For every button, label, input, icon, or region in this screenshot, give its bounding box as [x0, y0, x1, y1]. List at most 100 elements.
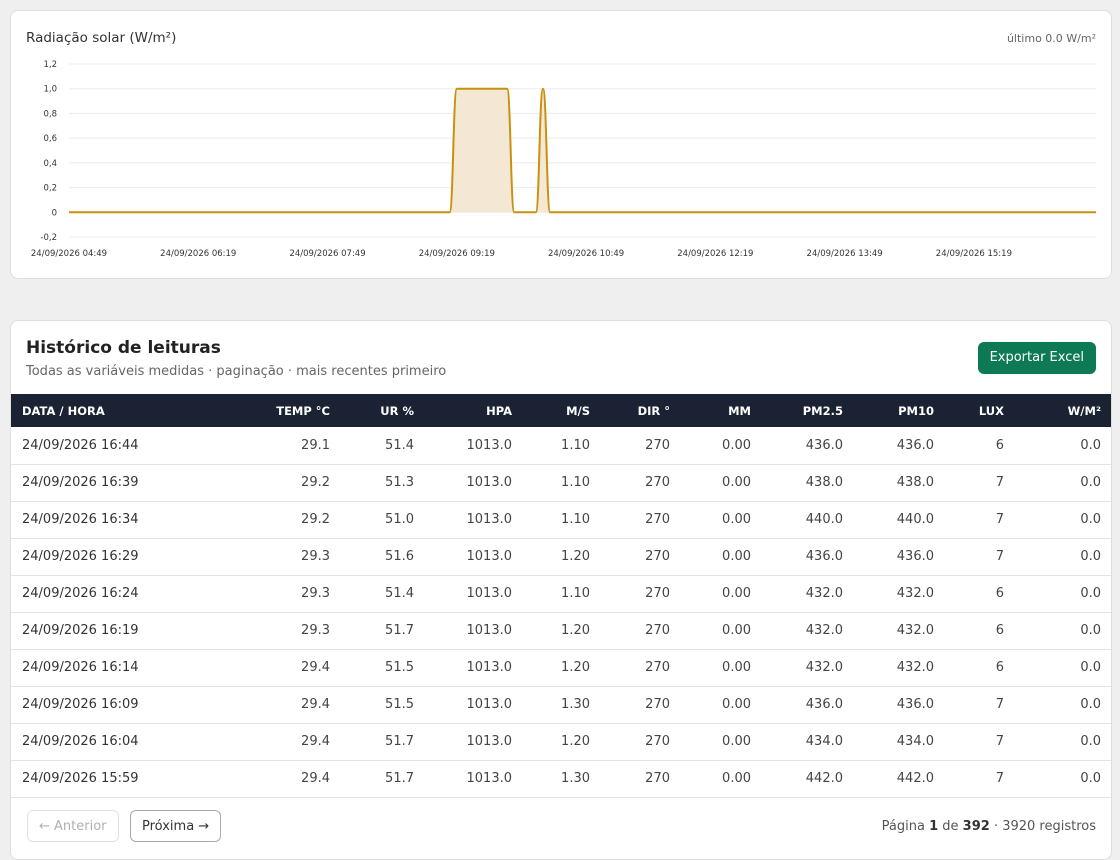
table-cell: 436.0 [763, 538, 855, 575]
table-cell: 1013.0 [426, 760, 524, 797]
y-tick-label: 0,8 [43, 109, 57, 119]
table-cell: 1013.0 [426, 538, 524, 575]
table-cell: 24/09/2026 16:19 [11, 612, 227, 649]
table-cell: 432.0 [855, 575, 946, 612]
table-cell: 438.0 [855, 464, 946, 501]
of-word: de [942, 819, 958, 834]
table-cell: 29.3 [227, 538, 342, 575]
x-tick-label: 24/09/2026 07:49 [289, 249, 365, 259]
table-cell: 1.20 [524, 538, 602, 575]
table-cell: 0.0 [1016, 427, 1112, 464]
table-cell: 7 [946, 538, 1016, 575]
table-cell: 440.0 [763, 501, 855, 538]
y-tick-label: 1,2 [43, 60, 57, 70]
table-row: 24/09/2026 16:2429.351.41013.01.102700.0… [11, 575, 1112, 612]
table-row: 24/09/2026 16:3929.251.31013.01.102700.0… [11, 464, 1112, 501]
current-page: 1 [929, 819, 938, 834]
table-cell: 51.3 [342, 464, 426, 501]
table-cell: 1.30 [524, 760, 602, 797]
column-header: PM2.5 [763, 394, 855, 427]
table-cell: 51.7 [342, 760, 426, 797]
table-cell: 51.0 [342, 501, 426, 538]
column-header: HPA [426, 394, 524, 427]
table-cell: 6 [946, 427, 1016, 464]
x-tick-label: 24/09/2026 06:19 [160, 249, 236, 259]
table-cell: 0.0 [1016, 760, 1112, 797]
table-cell: 270 [602, 760, 682, 797]
table-cell: 1.10 [524, 427, 602, 464]
table-cell: 1.10 [524, 501, 602, 538]
table-cell: 434.0 [855, 723, 946, 760]
table-cell: 6 [946, 649, 1016, 686]
table-cell: 29.1 [227, 427, 342, 464]
table-cell: 1.10 [524, 464, 602, 501]
history-card: Histórico de leituras Todas as variáveis… [10, 320, 1112, 860]
table-cell: 270 [602, 575, 682, 612]
table-cell: 432.0 [855, 612, 946, 649]
table-header: DATA / HORATEMP °CUR %HPAM/SDIR °MMPM2.5… [11, 394, 1112, 427]
table-row: 24/09/2026 16:2929.351.61013.01.202700.0… [11, 538, 1112, 575]
table-cell: 1.20 [524, 612, 602, 649]
table-body: 24/09/2026 16:4429.151.41013.01.102700.0… [11, 427, 1112, 797]
table-cell: 6 [946, 612, 1016, 649]
table-cell: 0.0 [1016, 612, 1112, 649]
table-cell: 29.4 [227, 649, 342, 686]
y-tick-label: 1,0 [43, 85, 57, 95]
table-cell: 0.00 [682, 464, 763, 501]
table-cell: 51.7 [342, 723, 426, 760]
y-tick-label: 0,6 [43, 134, 57, 144]
table-cell: 7 [946, 723, 1016, 760]
table-cell: 0.0 [1016, 538, 1112, 575]
table-cell: 24/09/2026 16:34 [11, 501, 227, 538]
y-tick-label: -0,2 [40, 233, 57, 243]
table-cell: 0.00 [682, 686, 763, 723]
table-cell: 434.0 [763, 723, 855, 760]
table-cell: 24/09/2026 16:39 [11, 464, 227, 501]
table-cell: 270 [602, 723, 682, 760]
table-cell: 24/09/2026 15:59 [11, 760, 227, 797]
table-cell: 270 [602, 686, 682, 723]
table-cell: 7 [946, 760, 1016, 797]
column-header: M/S [524, 394, 602, 427]
table-cell: 51.5 [342, 649, 426, 686]
column-header: LUX [946, 394, 1016, 427]
table-cell: 0.00 [682, 501, 763, 538]
table-cell: 1013.0 [426, 649, 524, 686]
table-cell: 0.0 [1016, 575, 1112, 612]
table-cell: 1013.0 [426, 612, 524, 649]
export-excel-button[interactable]: Exportar Excel [978, 342, 1096, 374]
x-tick-label: 24/09/2026 04:49 [31, 249, 107, 259]
table-cell: 436.0 [855, 686, 946, 723]
column-header: DATA / HORA [11, 394, 227, 427]
table-cell: 0.00 [682, 649, 763, 686]
table-cell: 24/09/2026 16:04 [11, 723, 227, 760]
table-cell: 29.3 [227, 612, 342, 649]
table-cell: 1013.0 [426, 464, 524, 501]
table-cell: 270 [602, 464, 682, 501]
table-cell: 24/09/2026 16:24 [11, 575, 227, 612]
table-cell: 24/09/2026 16:14 [11, 649, 227, 686]
x-tick-label: 24/09/2026 13:49 [807, 249, 883, 259]
page-word: Página [882, 819, 925, 834]
next-page-button[interactable]: Próxima → [130, 810, 221, 842]
previous-page-button[interactable]: ← Anterior [27, 810, 119, 842]
table-row: 24/09/2026 15:5929.451.71013.01.302700.0… [11, 760, 1112, 797]
history-subtitle: Todas as variáveis medidas · paginação ·… [26, 364, 446, 379]
table-cell: 432.0 [763, 612, 855, 649]
table-cell: 442.0 [855, 760, 946, 797]
y-tick-label: 0,2 [43, 184, 57, 194]
solar-radiation-chart: 1,21,00,80,60,40,20-0,224/09/2026 04:492… [11, 11, 1111, 278]
table-cell: 270 [602, 612, 682, 649]
x-tick-label: 24/09/2026 09:19 [419, 249, 495, 259]
solar-radiation-card: Radiação solar (W/m²) último 0.0 W/m² 1,… [10, 10, 1112, 279]
table-cell: 0.0 [1016, 723, 1112, 760]
table-cell: 51.4 [342, 575, 426, 612]
table-row: 24/09/2026 16:1429.451.51013.01.202700.0… [11, 649, 1112, 686]
table-cell: 29.4 [227, 686, 342, 723]
x-tick-label: 24/09/2026 10:49 [548, 249, 624, 259]
table-row: 24/09/2026 16:4429.151.41013.01.102700.0… [11, 427, 1112, 464]
table-cell: 51.6 [342, 538, 426, 575]
table-cell: 51.7 [342, 612, 426, 649]
table-cell: 0.00 [682, 723, 763, 760]
table-cell: 0.0 [1016, 649, 1112, 686]
